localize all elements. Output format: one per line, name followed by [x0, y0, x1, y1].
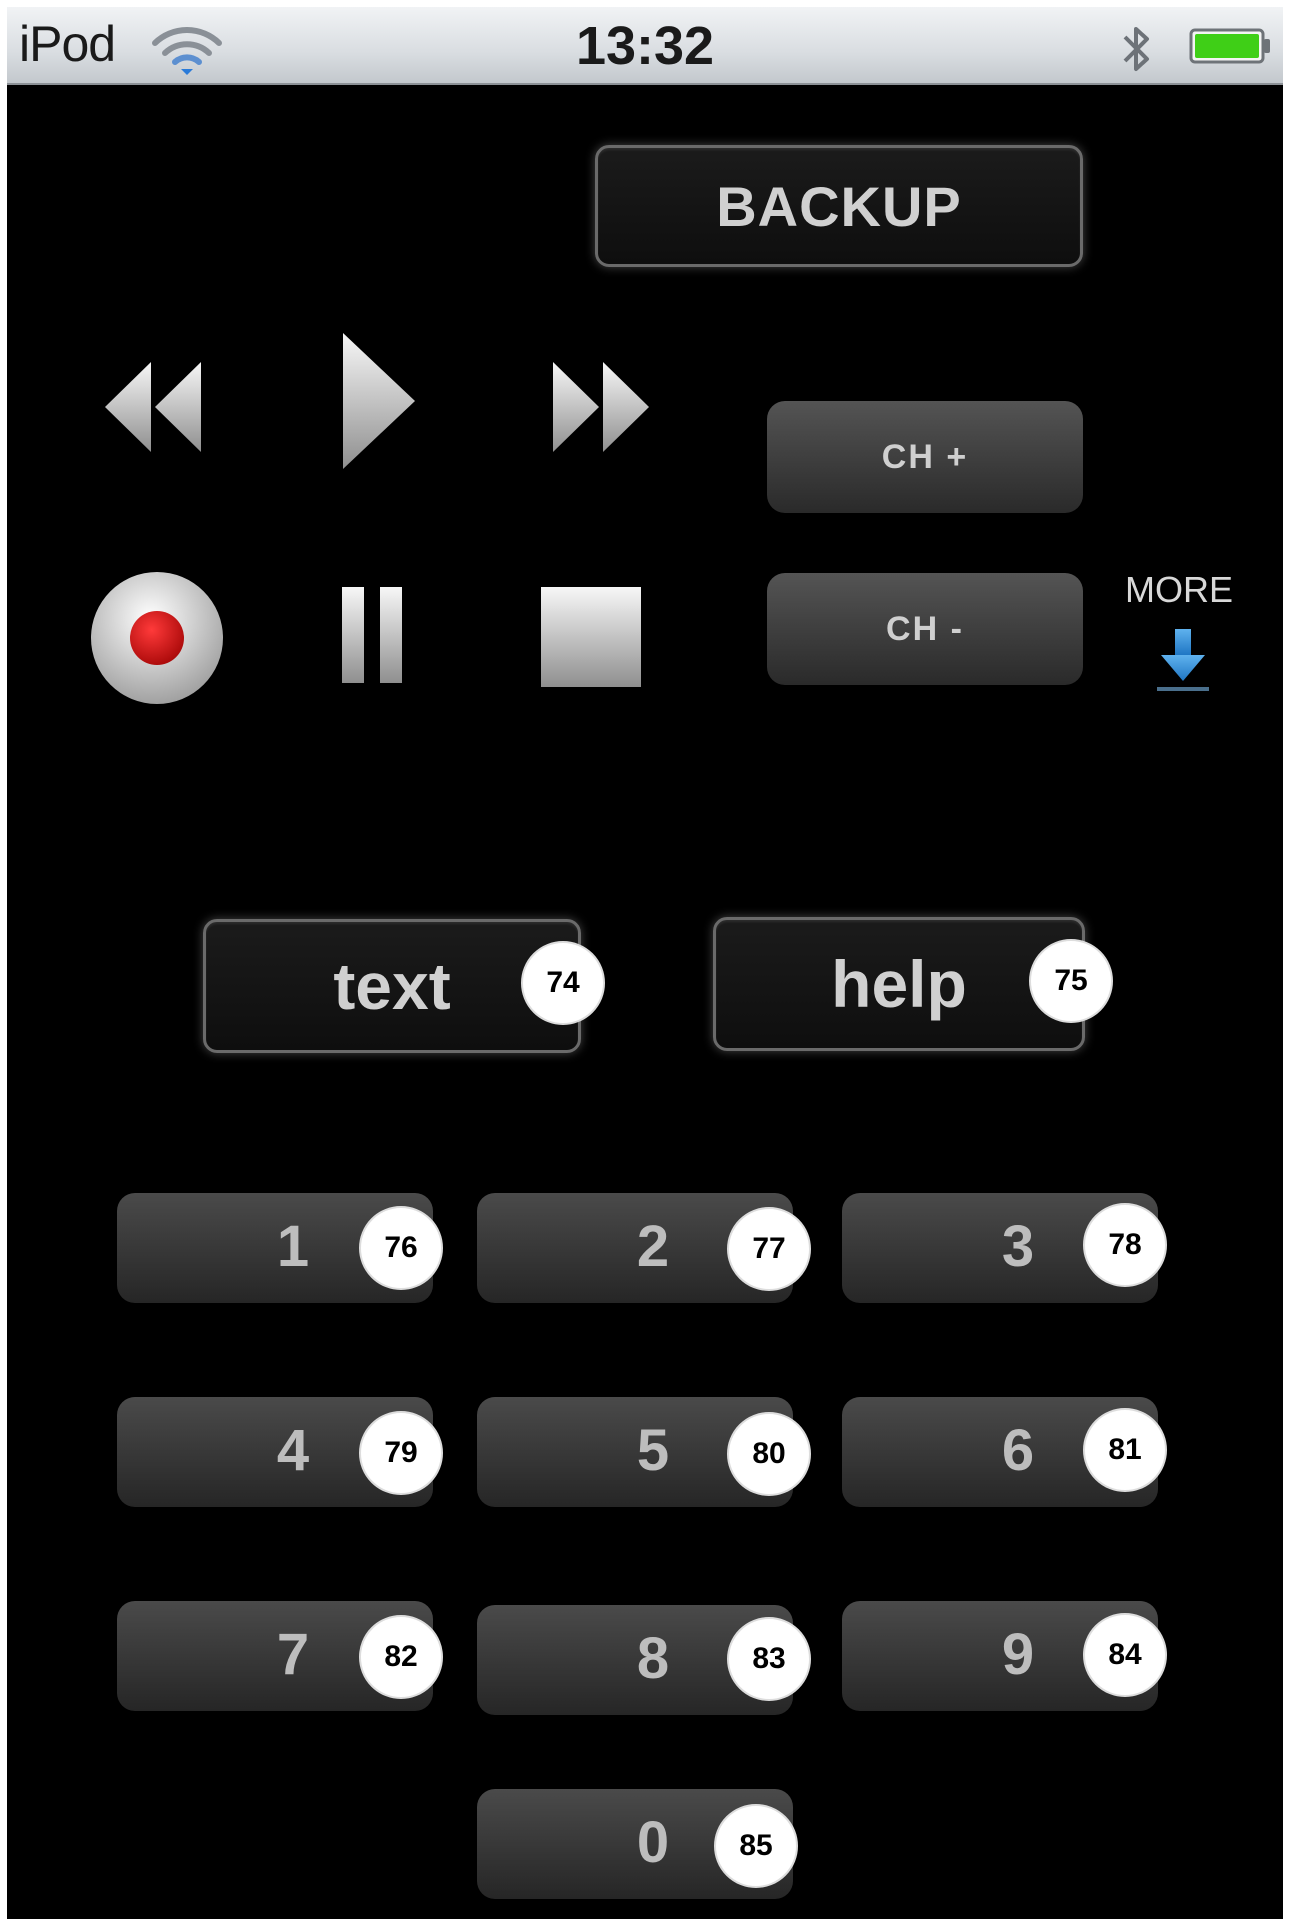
- play-icon[interactable]: [339, 331, 419, 471]
- channel-down-button[interactable]: CH -: [767, 573, 1083, 685]
- more-label[interactable]: MORE: [1119, 569, 1239, 611]
- text-button-label: text: [333, 949, 451, 1023]
- stop-icon[interactable]: [541, 587, 641, 687]
- down-arrow-icon[interactable]: [1153, 627, 1213, 697]
- badge-81: 81: [1083, 1408, 1167, 1492]
- rewind-icon[interactable]: [97, 352, 207, 462]
- badge-78: 78: [1083, 1203, 1167, 1287]
- fast-forward-icon[interactable]: [547, 352, 657, 462]
- badge-84: 84: [1083, 1613, 1167, 1697]
- channel-down-label: CH -: [886, 609, 964, 648]
- badge-83: 83: [727, 1617, 811, 1701]
- badge-75: 75: [1029, 939, 1113, 1023]
- pause-icon[interactable]: [340, 585, 404, 685]
- backup-button[interactable]: BACKUP: [595, 145, 1083, 267]
- badge-79: 79: [359, 1411, 443, 1495]
- badge-76: 76: [359, 1206, 443, 1290]
- battery-icon: [1189, 28, 1270, 64]
- badge-85: 85: [714, 1804, 798, 1888]
- help-button-label: help: [831, 947, 967, 1021]
- badge-82: 82: [359, 1615, 443, 1699]
- backup-button-label: BACKUP: [716, 174, 962, 238]
- record-icon[interactable]: [89, 570, 225, 706]
- badge-80: 80: [727, 1412, 811, 1496]
- channel-up-label: CH +: [881, 437, 969, 476]
- clock-time: 13:32: [575, 16, 715, 76]
- badge-77: 77: [727, 1207, 811, 1291]
- badge-74: 74: [521, 941, 605, 1025]
- channel-up-button[interactable]: CH +: [767, 401, 1083, 513]
- remote-screen: iPod 13:32 BACKUP CH + CH - MORE text 74…: [7, 7, 1283, 1919]
- bluetooth-icon: [1123, 27, 1149, 71]
- status-bar: iPod 13:32: [7, 7, 1283, 85]
